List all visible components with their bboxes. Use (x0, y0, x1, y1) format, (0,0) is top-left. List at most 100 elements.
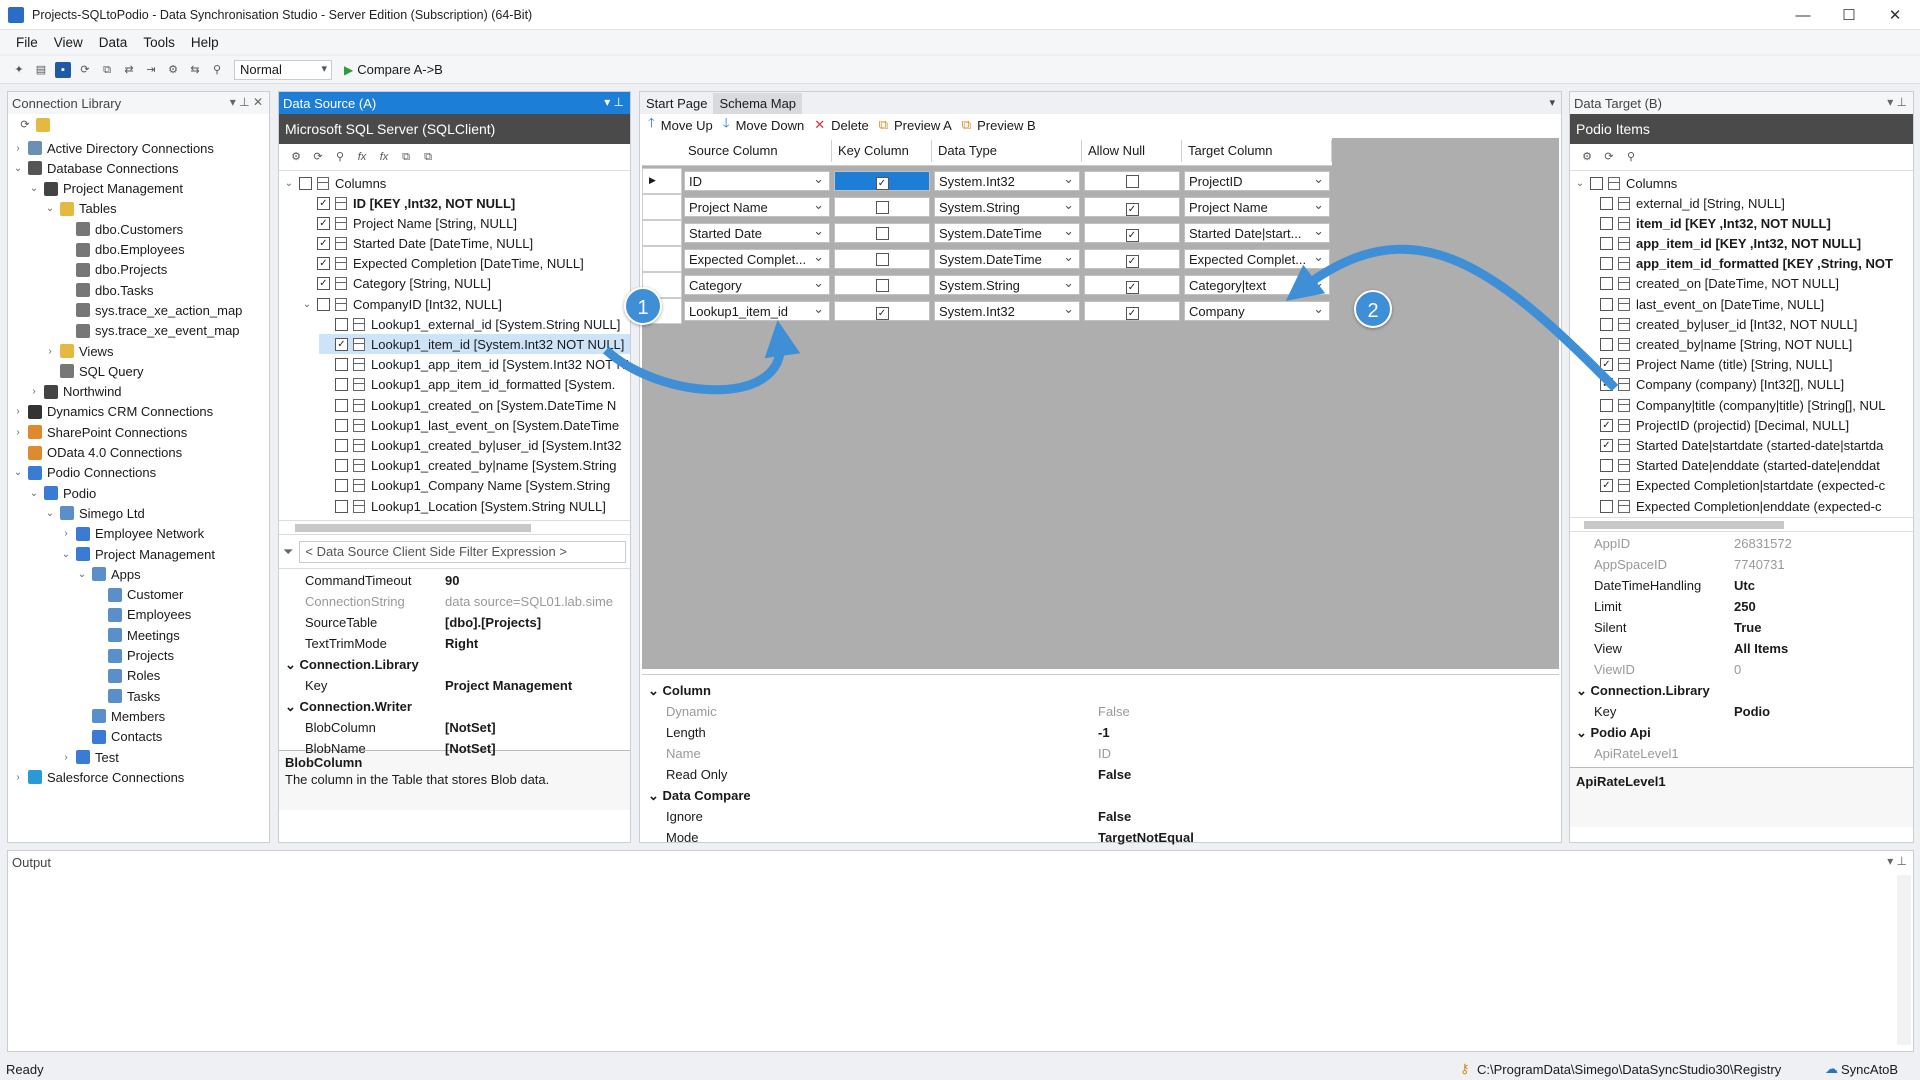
source-column-select[interactable]: Started Date (684, 223, 830, 243)
property-value[interactable]: False (1098, 704, 1498, 721)
chevron-down-icon[interactable]: ⌄ (12, 467, 24, 478)
filter-expression-input[interactable]: < Data Source Client Side Filter Express… (299, 540, 626, 563)
column-header[interactable]: Data Type (932, 140, 1082, 162)
chevron-down-icon[interactable]: ⌄ (12, 163, 24, 174)
tree-item[interactable]: ⌄ Simego Ltd (44, 503, 145, 523)
target-column-row[interactable]: ✓ Company (company) [Int32[], NULL] (1600, 375, 1844, 395)
allow-null-cell[interactable]: ✓ (1084, 301, 1180, 321)
source-column-row[interactable]: ✓ Started Date [DateTime, NULL] (301, 233, 533, 253)
checkbox[interactable] (1600, 337, 1613, 351)
allow-null-checkbox[interactable]: ✓ (1125, 281, 1139, 294)
target-column-row[interactable]: ✓ Started Date|startdate (started-date|st… (1600, 435, 1883, 455)
checkbox[interactable]: ✓ (1600, 378, 1613, 392)
row-selector[interactable] (642, 194, 682, 220)
menu-tools[interactable]: Tools (143, 35, 175, 50)
tree-item[interactable]: Projects (92, 646, 174, 666)
tree-item[interactable]: ⌄ Database Connections (12, 158, 179, 178)
vertical-scrollbar[interactable] (1897, 875, 1911, 1045)
checkbox[interactable] (335, 459, 348, 473)
checkbox[interactable]: ✓ (317, 216, 330, 230)
property-value[interactable]: TargetNotEqual (1098, 830, 1498, 847)
section-header[interactable]: ⌄ Connection.Library (1576, 683, 1710, 700)
section-header[interactable]: ⌄ Connection.Writer (285, 699, 412, 716)
menu-view[interactable]: View (54, 35, 83, 50)
property-value[interactable]: False (1098, 809, 1498, 826)
refresh-icon[interactable]: ⟳ (1601, 149, 1617, 165)
source-column-row[interactable]: ✓ Lookup1_item_id [System.Int32 NOT NULL] (319, 334, 630, 355)
tree-item[interactable]: › Dynamics CRM Connections (12, 402, 213, 422)
tree-item[interactable]: Members (76, 706, 165, 726)
key-column-cell[interactable] (834, 275, 930, 295)
column-header[interactable]: Target Column (1182, 140, 1332, 162)
target-column-row[interactable]: Expected Completion|enddate (expected-c (1600, 496, 1881, 516)
property-value[interactable]: 90 (445, 573, 615, 590)
checkbox[interactable]: ✓ (317, 277, 330, 291)
target-column-select[interactable]: Expected Complet... (1184, 249, 1330, 269)
source-column-row[interactable]: Lookup1_Location [System.String NULL] (319, 496, 606, 516)
source-column-row[interactable]: Lookup1_created_on [System.DateTime N (319, 395, 616, 415)
tree-item[interactable]: ⌄ Project Management (28, 179, 183, 199)
checkbox[interactable] (1600, 398, 1613, 412)
chevron-down-icon[interactable]: ⌄ (283, 178, 295, 189)
chevron-right-icon[interactable]: › (28, 386, 40, 397)
horizontal-scrollbar[interactable] (279, 520, 630, 534)
columns-node[interactable]: ⌄ Columns (283, 173, 387, 193)
source-column-row[interactable]: ✓ Expected Completion [DateTime, NULL] (301, 254, 584, 274)
checkbox[interactable]: ✓ (1600, 438, 1613, 452)
allow-null-cell[interactable] (1084, 171, 1180, 191)
checkbox[interactable] (1600, 277, 1613, 291)
compare-button[interactable]: Compare A->B (357, 62, 443, 77)
lookup-icon[interactable]: ⚲ (332, 149, 348, 165)
folder-icon[interactable] (36, 118, 50, 132)
target-column-row[interactable]: created_by|user_id [Int32, NOT NULL] (1600, 314, 1857, 334)
add-column-icon[interactable]: ⚙ (288, 149, 304, 165)
target-column-select[interactable]: Company (1184, 301, 1330, 321)
checkbox[interactable] (1600, 499, 1613, 513)
chevron-right-icon[interactable]: › (60, 528, 72, 539)
tab-list-dropdown-icon[interactable]: ▾ (1549, 96, 1555, 109)
key-checkbox[interactable] (875, 279, 889, 292)
target-column-row[interactable]: ✓ Expected Completion|startdate (expected… (1600, 476, 1885, 496)
swap-icon[interactable]: ⇄ (121, 62, 137, 78)
delete-button[interactable]: Delete (831, 118, 869, 133)
source-column-row[interactable]: Lookup1_app_item_id [System.Int32 NOT NU… (319, 355, 630, 375)
tree-item[interactable]: Employees (92, 605, 191, 625)
sync-icon[interactable]: ⇆ (187, 62, 203, 78)
property-value[interactable]: False (1098, 767, 1498, 784)
checkbox[interactable] (1600, 317, 1613, 331)
tree-item[interactable]: Tasks (92, 686, 160, 706)
source-column-select[interactable]: Expected Complet... (684, 249, 830, 269)
checkbox[interactable] (335, 418, 348, 432)
data-type-select[interactable]: System.DateTime (934, 223, 1080, 243)
source-column-select[interactable]: ID (684, 171, 830, 191)
checkbox[interactable] (335, 317, 348, 331)
data-type-select[interactable]: System.DateTime (934, 249, 1080, 269)
source-column-row[interactable]: ✓ ID [KEY ,Int32, NOT NULL] (301, 193, 515, 213)
chevron-right-icon[interactable]: › (12, 406, 24, 417)
close-button[interactable]: ✕ (1872, 0, 1918, 30)
source-column-row[interactable]: Lookup1_created_by|user_id [System.Int32 (319, 435, 622, 455)
pin-icon[interactable]: ▾ ⊥ (604, 95, 624, 109)
allow-null-cell[interactable]: ✓ (1084, 275, 1180, 295)
target-column-row[interactable]: last_event_on [DateTime, NULL] (1600, 294, 1824, 314)
checkbox[interactable]: ✓ (1600, 479, 1613, 493)
function-icon[interactable]: fx (354, 149, 370, 165)
refresh-icon[interactable]: ⟳ (310, 149, 326, 165)
checkbox[interactable]: ✓ (317, 196, 330, 210)
checkbox[interactable] (335, 438, 348, 452)
property-value[interactable]: True (1734, 620, 1894, 637)
chevron-down-icon[interactable]: ⌄ (28, 183, 40, 194)
source-column-row[interactable]: ⌄ CompanyID [Int32, NULL] (301, 294, 502, 314)
preview-b-button[interactable]: Preview B (977, 118, 1036, 133)
source-column-select[interactable]: Lookup1_item_id (684, 301, 830, 321)
tree-item[interactable]: dbo.Customers (60, 219, 183, 239)
source-column-row[interactable]: Lookup1_Company Name [System.String (319, 476, 610, 496)
chevron-down-icon[interactable]: ⌄ (44, 508, 56, 519)
property-value[interactable]: [NotSet] (445, 720, 615, 737)
key-checkbox[interactable]: ✓ (875, 177, 889, 190)
section-header[interactable]: ⌄ Connection.Library (285, 657, 419, 674)
column-header[interactable]: Source Column (682, 140, 832, 162)
play-icon[interactable]: ▶ (344, 63, 353, 77)
target-column-row[interactable]: app_item_id_formatted [KEY ,String, NOT (1600, 254, 1893, 274)
menu-help[interactable]: Help (191, 35, 219, 50)
